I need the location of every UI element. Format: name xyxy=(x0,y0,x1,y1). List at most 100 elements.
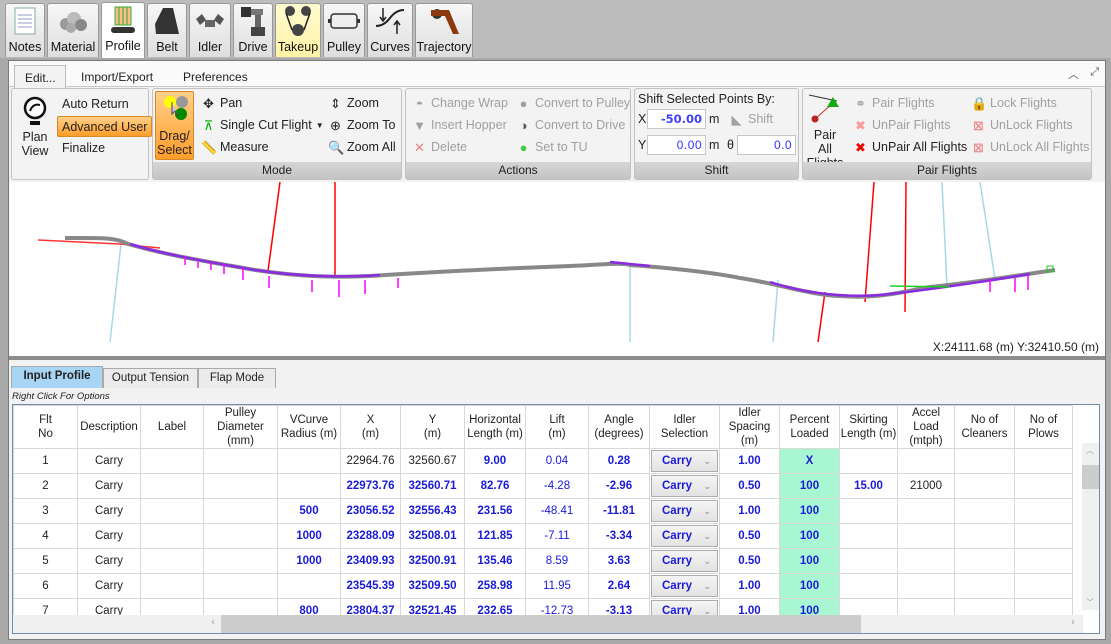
cell-desc[interactable]: Carry xyxy=(77,523,141,549)
cell-vcurve[interactable]: 1000 xyxy=(277,523,341,549)
cell-y[interactable]: 32508.01 xyxy=(400,523,465,549)
cell-plows[interactable] xyxy=(1014,548,1073,574)
cell-plows[interactable] xyxy=(1014,473,1073,499)
cell-vcurve[interactable] xyxy=(277,473,341,499)
cell-accel[interactable] xyxy=(897,548,955,574)
cell-cleaners[interactable] xyxy=(954,573,1015,599)
cell-plows[interactable] xyxy=(1014,498,1073,524)
column-header[interactable]: Pulley Diameter (mm) xyxy=(203,405,278,449)
cell-vcurve[interactable]: 500 xyxy=(277,498,341,524)
convert-to-pulley-button[interactable]: ● Convert to Pulley xyxy=(516,93,631,113)
profile-canvas[interactable]: X:24111.68 (m) Y:32410.50 (m) xyxy=(10,181,1105,356)
maximize-icon[interactable]: ⤢ xyxy=(1090,65,1099,79)
cell-y[interactable]: 32556.43 xyxy=(400,498,465,524)
column-header[interactable]: Horizontal Length (m) xyxy=(464,405,526,449)
cell-y[interactable]: 32500.91 xyxy=(400,548,465,574)
cell-angle[interactable]: 3.63 xyxy=(588,548,650,574)
cell-vcurve[interactable] xyxy=(277,448,341,474)
idler-selection-dropdown[interactable]: Carry ⌄ xyxy=(651,550,718,572)
unlock-flights-button[interactable]: ⊠ UnLock Flights xyxy=(971,115,1073,135)
idler-selection-dropdown[interactable]: Carry ⌄ xyxy=(651,450,718,472)
cell-pulley[interactable] xyxy=(203,473,278,499)
tab-belt[interactable]: Belt xyxy=(147,3,187,57)
cell-label[interactable] xyxy=(140,548,204,574)
cell-angle[interactable]: -2.96 xyxy=(588,473,650,499)
cell-loaded[interactable]: 100 xyxy=(779,573,840,599)
cell-lift[interactable]: -7.11 xyxy=(525,523,589,549)
table-row[interactable]: 2 Carry 22973.76 32560.71 82.76 -4.28 -2.96 Car… xyxy=(13,473,1073,499)
cell-label[interactable] xyxy=(140,448,204,474)
pan-button[interactable]: ✥ Pan xyxy=(201,93,242,113)
cell-idler[interactable]: Carry ⌄ xyxy=(649,573,720,599)
cell-plows[interactable] xyxy=(1014,523,1073,549)
idler-selection-dropdown[interactable]: Carry ⌄ xyxy=(651,500,718,522)
cell-label[interactable] xyxy=(140,523,204,549)
cell-skirt[interactable] xyxy=(839,498,898,524)
cell-hlen[interactable]: 121.85 xyxy=(464,523,526,549)
cell-cleaners[interactable] xyxy=(954,523,1015,549)
measure-button[interactable]: 📏 Measure xyxy=(201,137,269,157)
vertical-scrollbar[interactable]: ︿ ﹀ xyxy=(1082,443,1099,610)
ribbon-tab-import-export[interactable]: Import/Export xyxy=(71,65,163,88)
cell-angle[interactable]: 2.64 xyxy=(588,573,650,599)
shift-x-input[interactable]: -50.00 xyxy=(647,109,706,129)
cell-hlen[interactable]: 258.98 xyxy=(464,573,526,599)
cell-flt[interactable]: 2 xyxy=(13,473,78,499)
table-row[interactable]: 1 Carry 22964.76 32560.67 9.00 0.04 0.28 Carry ⌄… xyxy=(13,448,1073,474)
cell-vcurve[interactable] xyxy=(277,573,341,599)
cell-idler[interactable]: Carry ⌄ xyxy=(649,448,720,474)
tab-notes[interactable]: Notes xyxy=(5,3,45,57)
column-header[interactable]: No of Cleaners xyxy=(954,405,1015,449)
cell-skirt[interactable]: 15.00 xyxy=(839,473,898,499)
idler-selection-dropdown[interactable]: Carry ⌄ xyxy=(651,525,718,547)
tab-trajectory[interactable]: Trajectory xyxy=(415,3,473,57)
cell-pulley[interactable] xyxy=(203,523,278,549)
cell-plows[interactable] xyxy=(1014,448,1073,474)
cell-loaded[interactable]: X xyxy=(779,448,840,474)
pair-all-flights-button[interactable]: Pair All Flights xyxy=(805,91,845,170)
cell-spacing[interactable]: 1.00 xyxy=(719,498,780,524)
tab-profile[interactable]: Profile xyxy=(101,2,145,58)
column-header[interactable]: Flt No xyxy=(13,405,78,449)
scroll-up-icon[interactable]: ︿ xyxy=(1086,445,1094,456)
cell-loaded[interactable]: 100 xyxy=(779,473,840,499)
cell-lift[interactable]: -48.41 xyxy=(525,498,589,524)
cell-pulley[interactable] xyxy=(203,448,278,474)
cell-skirt[interactable] xyxy=(839,548,898,574)
column-header[interactable]: Description xyxy=(77,405,141,449)
cell-hlen[interactable]: 231.56 xyxy=(464,498,526,524)
cell-loaded[interactable]: 100 xyxy=(779,523,840,549)
cell-flt[interactable]: 4 xyxy=(13,523,78,549)
cell-desc[interactable]: Carry xyxy=(77,473,141,499)
shift-theta-input[interactable]: 0.0 xyxy=(737,135,796,155)
cell-accel[interactable] xyxy=(897,573,955,599)
cell-flt[interactable]: 5 xyxy=(13,548,78,574)
tab-pulley[interactable]: Pulley xyxy=(323,3,365,57)
table-row[interactable]: 3 Carry 500 23056.52 32556.43 231.56 -48.41 -11… xyxy=(13,498,1073,524)
cell-lift[interactable]: 0.04 xyxy=(525,448,589,474)
cell-loaded[interactable]: 100 xyxy=(779,498,840,524)
cell-cleaners[interactable] xyxy=(954,548,1015,574)
tab-material[interactable]: Material xyxy=(47,3,99,57)
cell-spacing[interactable]: 0.50 xyxy=(719,548,780,574)
delete-button[interactable]: ✕ Delete xyxy=(412,137,467,157)
cell-spacing[interactable]: 1.00 xyxy=(719,573,780,599)
ribbon-tab-edit[interactable]: Edit... xyxy=(14,65,66,88)
cell-x[interactable]: 23545.39 xyxy=(340,573,401,599)
table-row[interactable]: 5 Carry 1000 23409.93 32500.91 135.46 8.59 3.63… xyxy=(13,548,1073,574)
cell-skirt[interactable] xyxy=(839,523,898,549)
drag-select-button[interactable]: Drag/ Select xyxy=(155,91,194,160)
vertical-scroll-thumb[interactable] xyxy=(1082,465,1099,489)
table-row[interactable]: 6 Carry 23545.39 32509.50 258.98 11.95 2.64 Car… xyxy=(13,573,1073,599)
zoom-button[interactable]: ⇕ Zoom xyxy=(328,93,379,113)
idler-selection-dropdown[interactable]: Carry ⌄ xyxy=(651,575,718,597)
cell-angle[interactable]: -3.34 xyxy=(588,523,650,549)
tab-input-profile[interactable]: Input Profile xyxy=(11,366,103,388)
cell-y[interactable]: 32509.50 xyxy=(400,573,465,599)
cell-spacing[interactable]: 0.50 xyxy=(719,473,780,499)
cell-x[interactable]: 22973.76 xyxy=(340,473,401,499)
zoom-to-button[interactable]: ⊕ Zoom To xyxy=(328,115,395,135)
tab-curves[interactable]: Curves xyxy=(367,3,413,57)
cell-idler[interactable]: Carry ⌄ xyxy=(649,473,720,499)
cell-x[interactable]: 23409.93 xyxy=(340,548,401,574)
